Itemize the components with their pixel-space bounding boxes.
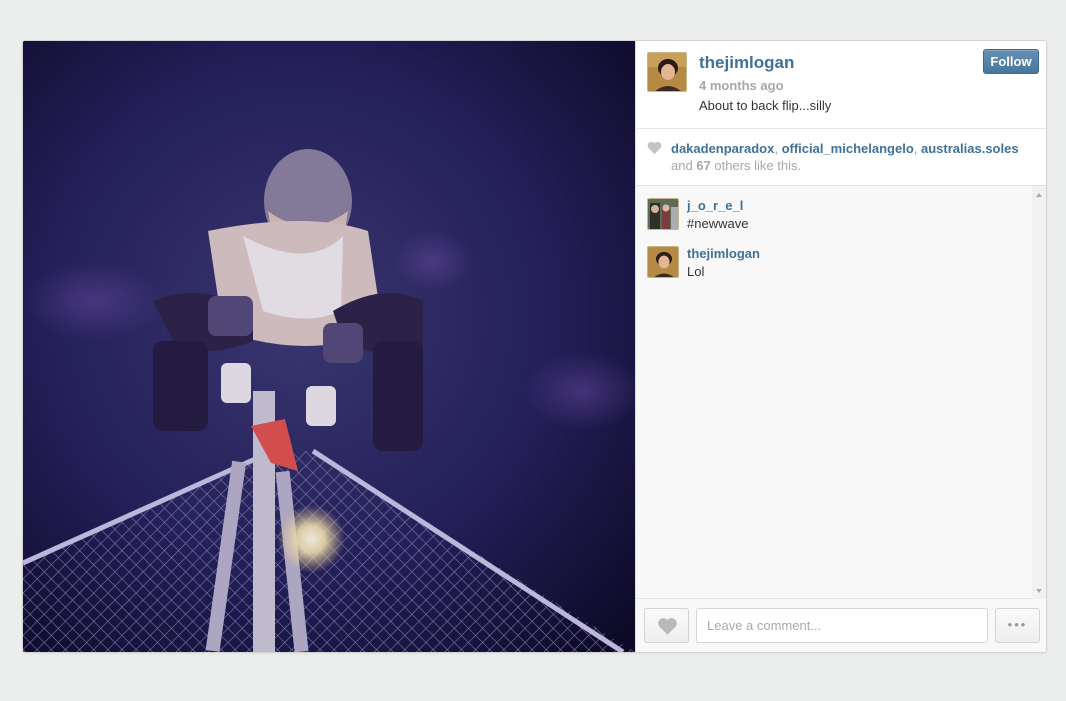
comments-scrollbar[interactable] — [1032, 186, 1046, 599]
ellipsis-icon: ••• — [1007, 617, 1028, 632]
post-header: thejimlogan 4 months ago About to back f… — [636, 41, 1046, 129]
comments-list: j_o_r_e_l #newwave thejimlogan Lol — [636, 186, 1046, 599]
more-options-button[interactable]: ••• — [995, 608, 1040, 643]
comment-text: #newwave — [687, 216, 749, 231]
scroll-up-icon[interactable] — [1036, 193, 1042, 197]
likes-summary: dakadenparadox, official_michelangelo, a… — [636, 129, 1046, 186]
others-count[interactable]: 67 — [696, 158, 710, 173]
comment-text: Lol — [687, 264, 705, 279]
likers-list: dakadenparadox, official_michelangelo, a… — [671, 140, 1019, 174]
comment-item: j_o_r_e_l #newwave — [647, 198, 987, 232]
post-timestamp[interactable]: 4 months ago — [699, 78, 784, 93]
post-details-panel: thejimlogan 4 months ago About to back f… — [635, 41, 1046, 652]
post-photo[interactable] — [23, 41, 635, 652]
photo-illustration — [23, 41, 635, 652]
commenter-username[interactable]: thejimlogan — [687, 246, 760, 261]
commenter-avatar[interactable] — [647, 246, 679, 278]
liker-separator: , — [774, 141, 782, 156]
others-like-text: and 67 others like this. — [671, 158, 801, 173]
post-modal: thejimlogan 4 months ago About to back f… — [22, 40, 1047, 653]
comment-input[interactable] — [696, 608, 988, 643]
liker-link[interactable]: dakadenparadox — [671, 141, 774, 156]
commenter-avatar[interactable] — [647, 198, 679, 230]
others-suffix: others like this. — [710, 158, 802, 173]
heart-icon — [658, 618, 677, 635]
liker-separator: , — [913, 141, 921, 156]
author-avatar[interactable] — [647, 52, 687, 92]
post-caption: About to back flip...silly — [699, 98, 832, 113]
liker-link[interactable]: australias.soles — [921, 141, 1019, 156]
scroll-down-icon[interactable] — [1036, 589, 1042, 593]
comment-footer: ••• — [636, 599, 1046, 652]
commenter-username[interactable]: j_o_r_e_l — [687, 198, 743, 213]
like-button[interactable] — [644, 608, 689, 643]
others-prefix: and — [671, 158, 697, 173]
liker-link[interactable]: official_michelangelo — [782, 141, 914, 156]
author-username[interactable]: thejimlogan — [699, 53, 794, 73]
heart-icon — [647, 141, 662, 155]
follow-button[interactable]: Follow — [983, 49, 1039, 74]
comment-item: thejimlogan Lol — [647, 246, 987, 280]
